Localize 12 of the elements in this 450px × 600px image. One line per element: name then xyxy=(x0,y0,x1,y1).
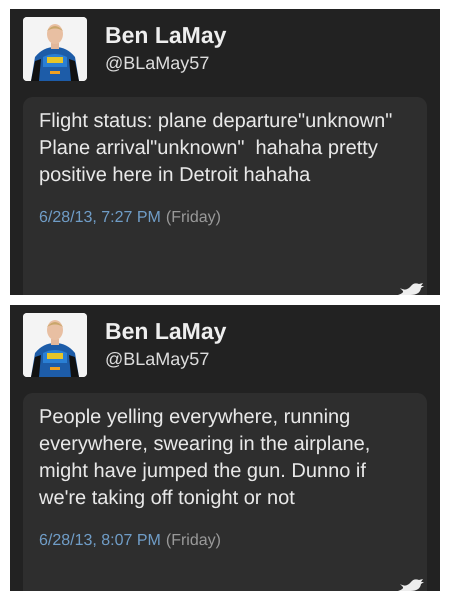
bird-icon xyxy=(398,578,424,591)
tweet-text: Flight status: plane departure"unknown" Plane arrival"unknown" hahaha pretty positive here in Detroit hahaha xyxy=(39,109,394,188)
tweet-text: People yelling everywhere, running everywhere, swearing in the airplane, might have jumped the gun. Dunno if we're taking off tonight or not xyxy=(39,405,372,511)
tweet-timestamp[interactable]: 6/28/13, 7:27 PM xyxy=(39,209,161,227)
tweet-day: (Friday) xyxy=(166,532,221,550)
user-name: Ben LaMay xyxy=(105,22,226,49)
user-handle: @BLaMay57 xyxy=(105,53,210,74)
tweet-day: (Friday) xyxy=(166,209,221,227)
tweet-timestamp[interactable]: 6/28/13, 8:07 PM xyxy=(39,532,161,550)
bird-icon xyxy=(398,282,424,295)
user-handle: @BLaMay57 xyxy=(105,349,210,370)
user-name: Ben LaMay xyxy=(105,318,226,345)
